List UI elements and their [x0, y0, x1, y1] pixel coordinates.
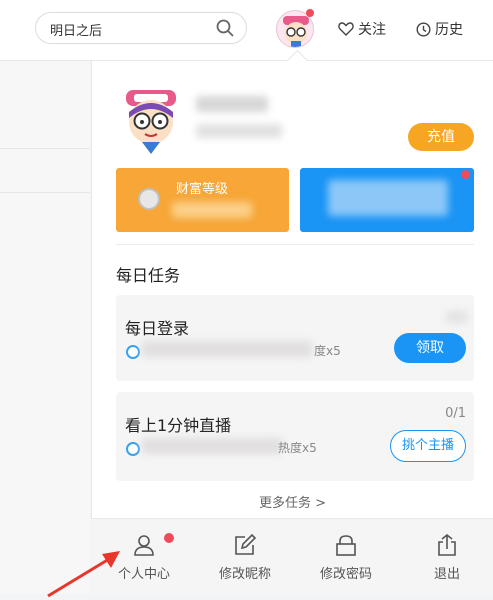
task-title: 看上1分钟直播 [125, 416, 232, 435]
share-icon [438, 533, 456, 556]
wealth-level-label: 财富等级 [176, 182, 229, 197]
divider [116, 244, 474, 245]
recharge-button[interactable]: 充值 [408, 123, 474, 151]
divider [0, 148, 90, 149]
daily-tasks-title: 每日任务 [116, 266, 181, 285]
noble-card[interactable] [300, 168, 474, 232]
search-input[interactable]: 明日之后 [50, 20, 102, 39]
history-link[interactable]: 历史 [416, 19, 463, 39]
wealth-level-card[interactable]: 财富等级 [116, 168, 289, 232]
pick-streamer-button[interactable]: 挑个主播 [390, 430, 466, 462]
history-label: 历史 [435, 22, 463, 38]
clock-icon [416, 21, 431, 37]
user-id-redacted [196, 124, 282, 138]
lock-icon [336, 535, 356, 556]
edit-icon [235, 533, 257, 555]
noble-info-redacted [328, 180, 448, 216]
nav-logout[interactable]: 退出 [412, 533, 482, 582]
reward-icon [126, 345, 140, 359]
user-avatar [126, 90, 176, 154]
reward-icon [126, 442, 140, 456]
heart-icon [338, 22, 354, 36]
follow-label: 关注 [358, 22, 386, 38]
nav-label: 修改密码 [319, 567, 372, 582]
nav-change-password[interactable]: 修改密码 [311, 533, 381, 582]
coin-icon [138, 188, 160, 210]
reward-redacted [142, 341, 312, 357]
search-box[interactable]: 明日之后 [35, 12, 247, 44]
reward-redacted [142, 438, 282, 454]
bottom-nav: 个人中心 修改昵称 修改密码 退出 [91, 518, 493, 595]
task-reward: 度x5 [314, 344, 341, 358]
task-progress-redacted [446, 311, 468, 323]
notification-dot [306, 9, 314, 17]
task-item: 看上1分钟直播 0/1 热度x5 挑个主播 [116, 392, 474, 481]
nav-label: 修改昵称 [218, 567, 271, 582]
wealth-value-redacted [172, 202, 252, 218]
more-tasks-link[interactable]: 更多任务 > [0, 492, 493, 511]
top-bar: 明日之后 关注 历史 [0, 0, 493, 61]
notification-dot [164, 533, 174, 543]
task-item: 每日登录 度x5 领取 [116, 295, 474, 381]
red-arrow-annotation-icon [47, 551, 120, 598]
notification-dot [461, 170, 470, 179]
nav-label: 退出 [433, 567, 460, 582]
search-icon[interactable] [216, 19, 234, 37]
task-title: 每日登录 [125, 319, 190, 338]
divider [0, 192, 90, 193]
user-icon [134, 535, 154, 556]
task-progress: 0/1 [445, 406, 466, 421]
username-redacted [196, 96, 268, 112]
task-reward: 热度x5 [278, 441, 317, 455]
background-page [0, 61, 90, 594]
follow-link[interactable]: 关注 [338, 19, 386, 39]
claim-button[interactable]: 领取 [394, 333, 466, 363]
nav-edit-nickname[interactable]: 修改昵称 [210, 533, 280, 582]
